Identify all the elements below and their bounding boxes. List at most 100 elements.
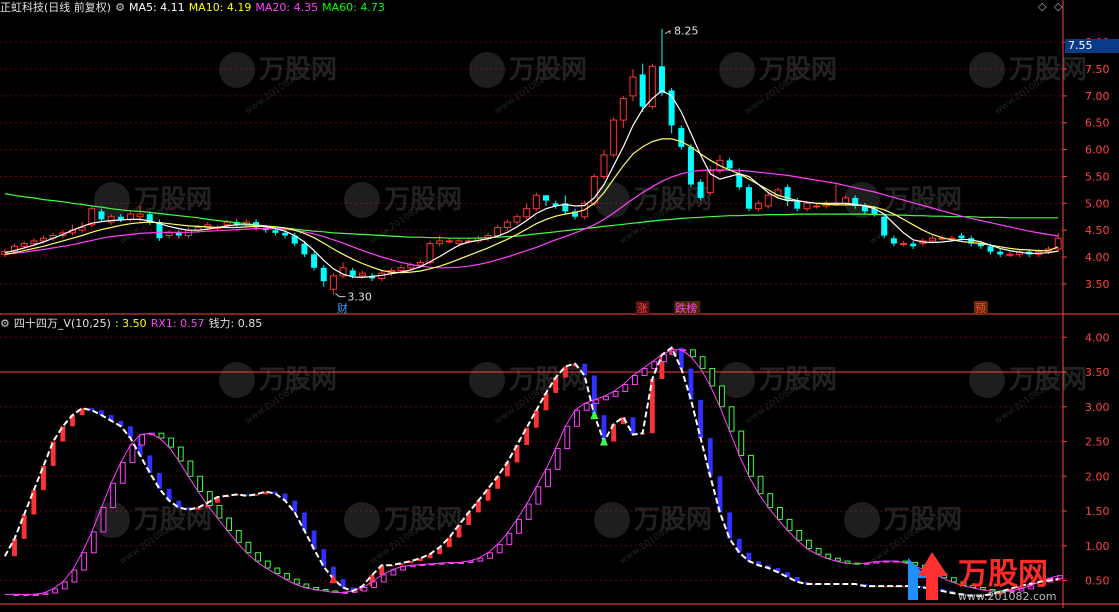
candle-body [629, 76, 637, 97]
rx1-bar [805, 539, 812, 550]
indicator-value: : 3.50 [114, 317, 147, 330]
candle-body [1006, 253, 1014, 256]
candle-body [755, 202, 763, 210]
event-marker: 涨 [637, 302, 648, 315]
watermark-mascot-icon [844, 502, 880, 538]
indicator-bar [340, 579, 346, 588]
indicator-bar [272, 491, 278, 494]
ma60-label: MA60: 4.73 [322, 1, 385, 14]
rx1-bar [777, 507, 783, 520]
candle-body [929, 237, 937, 242]
watermark-mascot-icon [969, 52, 1005, 88]
rx1-bar [119, 461, 126, 484]
indicator-bar [446, 537, 452, 548]
y-tick-label: 6.50 [1085, 117, 1110, 130]
rx1-bar [226, 517, 233, 531]
watermark-mascot-icon [344, 502, 380, 538]
candle-body [678, 128, 685, 147]
candle-body [272, 230, 279, 233]
candle-body [301, 243, 308, 255]
indicator-bar [301, 512, 307, 531]
diamond-icon[interactable]: ◇ [1054, 0, 1062, 13]
ma20-label: MA20: 4.35 [255, 1, 319, 14]
rx1-bar [545, 468, 551, 488]
settings-gear-icon[interactable]: ⚙ [0, 316, 14, 332]
settings-gear-icon[interactable]: ⚙ [115, 0, 129, 16]
stock-title[interactable]: 正虹科技(日线 前复权) [0, 0, 115, 16]
indicator-bar [195, 507, 201, 510]
candle-body [136, 213, 144, 218]
watermark-mascot-icon [219, 52, 255, 88]
candle-body [445, 240, 453, 243]
watermark-mascot-icon [969, 362, 1005, 398]
candle-body [900, 243, 908, 246]
rx1-bar [825, 553, 832, 559]
y-tick-label: 1.50 [1085, 505, 1110, 518]
candle-body [349, 270, 356, 276]
candle-body [78, 226, 86, 231]
candle-body [619, 98, 627, 121]
rx1-bar [371, 581, 377, 588]
rx1-bar [651, 361, 658, 370]
candle-body [997, 251, 1004, 255]
candle-body [503, 221, 511, 228]
candle-body [687, 146, 694, 185]
y-tick-label: 5.50 [1085, 170, 1110, 183]
watermark-mascot-icon [594, 502, 630, 538]
upper-header: 正虹科技(日线 前复权) ⚙ MA5: 4.11 MA10: 4.19 MA20… [0, 0, 389, 16]
rx1-bar [487, 552, 493, 559]
rx1-bar [738, 430, 745, 456]
candle-body [736, 173, 743, 188]
chart-area: 3.504.004.505.005.506.006.507.007.508.00… [0, 0, 1119, 608]
candle-body [397, 267, 405, 271]
watermark: 万股网www.201082.com [969, 52, 1087, 117]
candle-body [320, 267, 327, 282]
watermark-mascot-icon [219, 362, 255, 398]
y-tick-label: 2.00 [1085, 470, 1110, 483]
y-tick-label: 2.50 [1085, 436, 1110, 449]
low-marker-icon [335, 293, 346, 298]
watermark: 万股网www.201082.com [719, 52, 837, 117]
y-tick-label: 6.00 [1085, 144, 1110, 157]
diamond-icon[interactable]: ◇ [1038, 0, 1046, 13]
candle-body [39, 237, 47, 242]
candle-body [881, 216, 888, 236]
event-marker: 预 [975, 302, 986, 315]
rx1-bar [690, 349, 696, 358]
rx1-bar [245, 541, 252, 554]
rx1-bar [622, 384, 629, 392]
candle-body [416, 261, 424, 266]
rx1-bar [815, 548, 822, 555]
y-tick-label: 5.00 [1085, 197, 1110, 210]
current-price-tag: 7.55 [1065, 39, 1119, 53]
rx1-bar [177, 446, 184, 462]
watermark-mascot-icon [719, 52, 755, 88]
candle-body [600, 154, 608, 177]
rx1-bar [612, 391, 619, 397]
rx1-bar [90, 531, 97, 554]
event-marker: 跌榜 [675, 301, 697, 315]
candle-body [523, 208, 531, 218]
indicator-title[interactable]: 四十四万_V(10,25) [14, 316, 115, 332]
candle-body [329, 275, 337, 290]
ma5-label: MA5: 4.11 [128, 1, 185, 14]
money-power-label: 钱力: 0.85 [208, 317, 263, 330]
rx1-bar [699, 356, 706, 370]
rx1-bar [603, 395, 609, 401]
candle-body [958, 235, 965, 239]
high-label: 8.25 [674, 25, 699, 38]
rx1-bar [264, 560, 271, 569]
indicator-bar [553, 377, 559, 393]
rx1-bar [168, 437, 175, 448]
candle-body [20, 243, 28, 247]
candle-body [697, 181, 704, 198]
candle-body [794, 200, 801, 209]
rx1-bar [61, 581, 68, 590]
candle-body [639, 74, 646, 107]
candle-body [610, 119, 618, 156]
rx1-bar [110, 482, 117, 509]
y-tick-label: 3.50 [1085, 366, 1110, 379]
candle-body [426, 243, 434, 263]
candle-body [311, 254, 318, 268]
logo-arrow-icon [918, 552, 948, 600]
